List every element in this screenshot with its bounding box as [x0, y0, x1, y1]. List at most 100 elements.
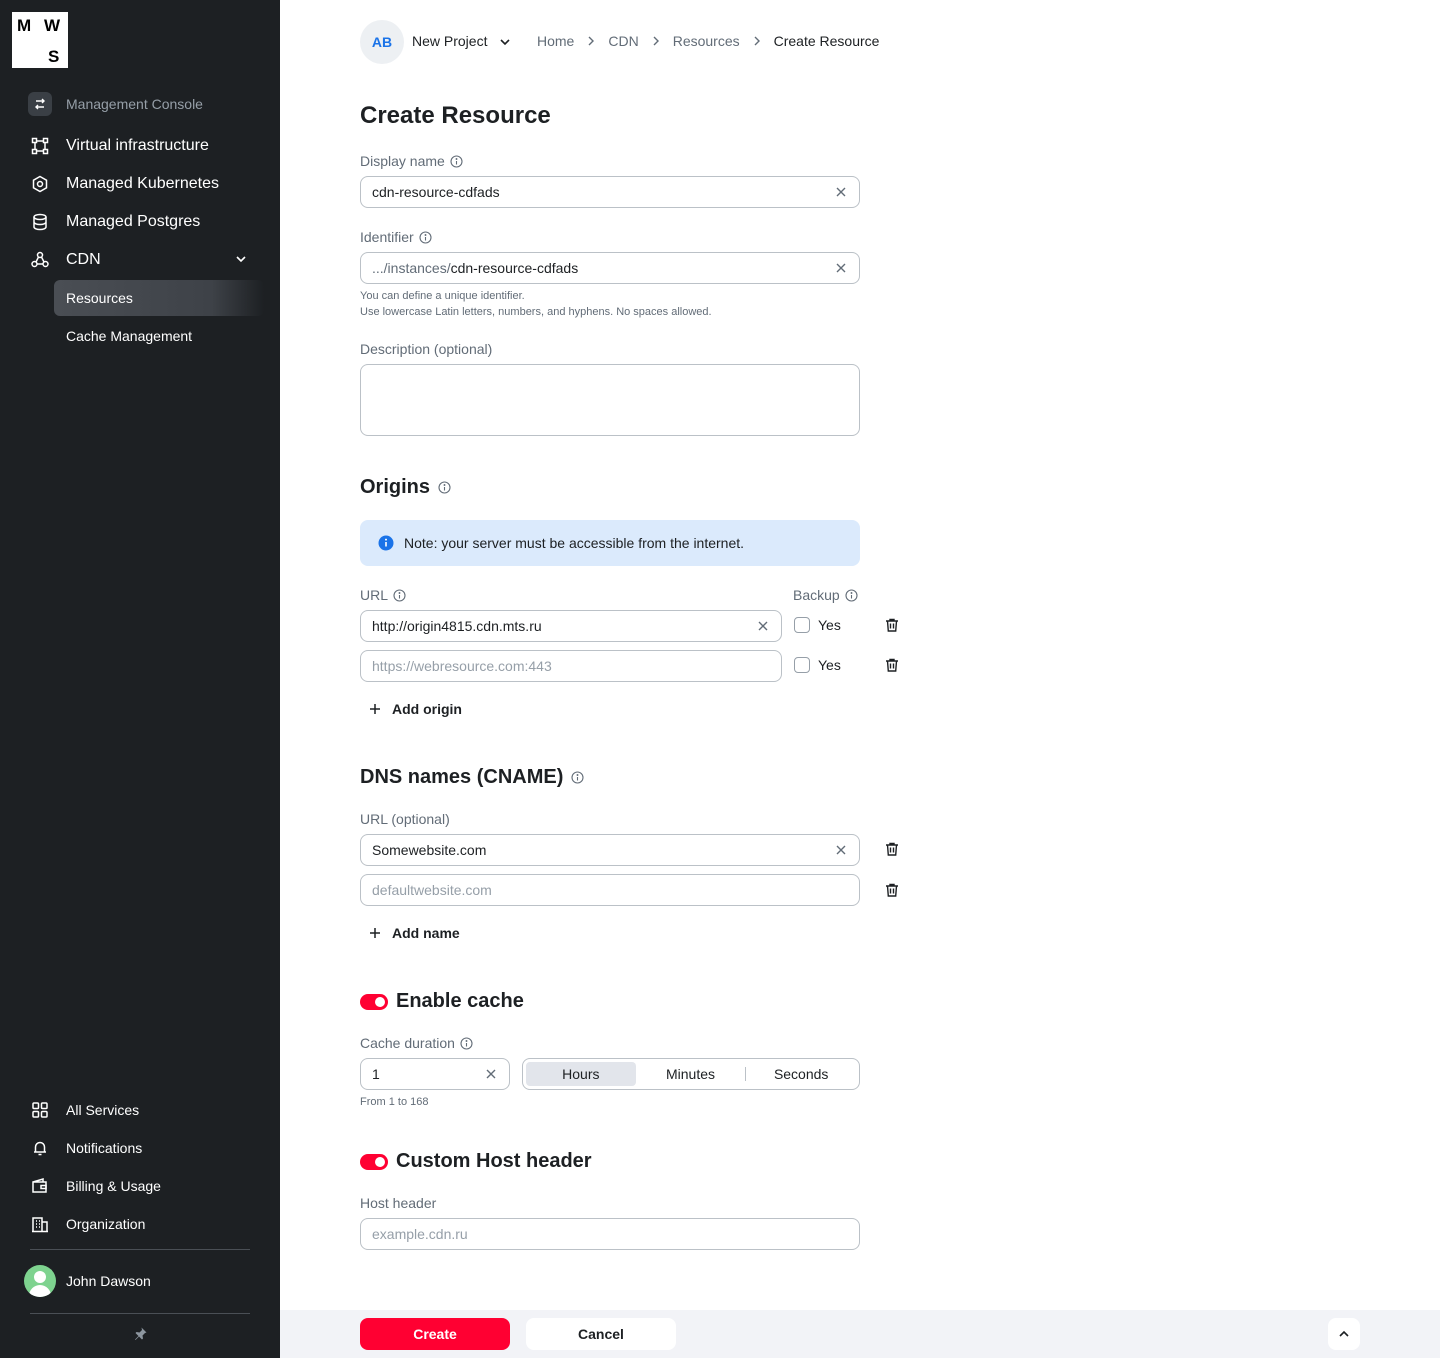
sidebar-item-managed-postgres[interactable]: Managed Postgres: [24, 206, 200, 238]
info-icon[interactable]: [845, 588, 858, 602]
cache-unit-segmented-control: Hours Minutes Seconds: [522, 1058, 860, 1090]
checkbox-box: [794, 657, 810, 673]
trash-icon[interactable]: [884, 617, 900, 633]
origin-url-input[interactable]: http://origin4815.cdn.mts.ru: [360, 610, 782, 642]
project-avatar[interactable]: AB: [360, 20, 404, 64]
info-icon[interactable]: [460, 1036, 473, 1050]
cache-duration-input[interactable]: 1: [360, 1058, 510, 1090]
info-icon[interactable]: [419, 230, 432, 244]
description-textarea[interactable]: [360, 364, 860, 436]
chevron-right-icon: [750, 34, 764, 48]
unit-label: Seconds: [773, 1066, 829, 1082]
sidebar-item-notifications[interactable]: Notifications: [24, 1132, 142, 1164]
chevron-right-icon: [649, 34, 663, 48]
host-header-label: Host header: [360, 1195, 436, 1211]
project-name[interactable]: New Project: [412, 33, 487, 49]
dns-name-placeholder: defaultwebsite.com: [372, 882, 492, 898]
cdn-icon: [24, 244, 56, 276]
enable-cache-toggle[interactable]: [360, 993, 388, 1010]
pin-icon[interactable]: [132, 1326, 148, 1342]
close-icon[interactable]: [834, 843, 848, 857]
info-icon[interactable]: [450, 154, 463, 168]
origin-url-value: http://origin4815.cdn.mts.ru: [372, 618, 542, 634]
dns-name-input[interactable]: Somewebsite.com: [360, 834, 860, 866]
sidebar-subitem-label: Cache Management: [66, 328, 193, 344]
logo-letter-w: W: [44, 16, 61, 35]
close-icon[interactable]: [756, 619, 770, 633]
display-name-input[interactable]: cdn-resource-cdfads: [360, 176, 860, 208]
plus-icon: [368, 702, 382, 716]
logo-letter-m: M: [17, 16, 32, 35]
sidebar-item-managed-kubernetes[interactable]: Managed Kubernetes: [24, 168, 219, 200]
sidebar-item-all-services[interactable]: All Services: [24, 1094, 139, 1126]
host-header-input[interactable]: example.cdn.ru: [360, 1218, 860, 1250]
info-note-text: Note: your server must be accessible fro…: [404, 535, 745, 551]
identifier-prefix: .../instances/: [372, 260, 451, 276]
close-icon[interactable]: [834, 261, 848, 275]
origin-url-input[interactable]: https://webresource.com:443: [360, 650, 782, 682]
close-icon[interactable]: [834, 185, 848, 199]
sidebar-item-billing[interactable]: Billing & Usage: [24, 1170, 161, 1202]
display-name-label-text: Display name: [360, 153, 445, 169]
dns-name-input[interactable]: defaultwebsite.com: [360, 874, 860, 906]
unit-minutes[interactable]: Minutes: [636, 1062, 746, 1086]
enable-cache-row: Enable cache: [360, 990, 524, 1013]
trash-icon[interactable]: [884, 841, 900, 857]
enable-cache-title: Enable cache: [396, 990, 524, 1012]
checkbox-box: [794, 617, 810, 633]
custom-host-toggle[interactable]: [360, 1153, 388, 1170]
cache-duration-label-text: Cache duration: [360, 1035, 455, 1051]
sidebar: M W S Management Console Virtual infrast…: [0, 0, 280, 1358]
info-icon[interactable]: [571, 771, 584, 784]
chevron-down-icon[interactable]: [497, 34, 513, 50]
breadcrumb-resources[interactable]: Resources: [673, 33, 740, 49]
breadcrumb-home[interactable]: Home: [537, 33, 574, 49]
info-filled-icon: [378, 535, 394, 551]
add-origin-button[interactable]: Add origin: [368, 701, 462, 717]
sidebar-item-organization[interactable]: Organization: [24, 1208, 145, 1240]
trash-icon[interactable]: [884, 882, 900, 898]
mws-logo[interactable]: M W S: [12, 12, 68, 68]
sidebar-item-label: Managed Kubernetes: [66, 175, 219, 192]
chevron-right-icon: [584, 34, 598, 48]
scroll-to-top-button[interactable]: [1328, 1318, 1360, 1350]
sidebar-item-label: Billing & Usage: [66, 1178, 161, 1194]
sidebar-subitem-cache-management[interactable]: Cache Management: [54, 318, 264, 354]
dns-url-label: URL (optional): [360, 811, 450, 827]
backup-checkbox[interactable]: Yes: [794, 657, 841, 673]
cache-duration-value: 1: [372, 1066, 380, 1082]
breadcrumb-cdn[interactable]: CDN: [608, 33, 638, 49]
sidebar-item-cdn[interactable]: CDN: [24, 244, 101, 276]
identifier-label: Identifier: [360, 229, 432, 245]
close-icon[interactable]: [484, 1067, 498, 1081]
add-name-button[interactable]: Add name: [368, 925, 460, 941]
create-button[interactable]: Create: [360, 1318, 510, 1350]
dns-url-label-text: URL (optional): [360, 811, 450, 827]
cancel-button-label: Cancel: [578, 1326, 624, 1342]
sidebar-item-label: Virtual infrastructure: [66, 137, 209, 154]
user-profile[interactable]: John Dawson: [24, 1265, 151, 1297]
backup-checkbox-label: Yes: [818, 617, 841, 633]
sidebar-subitem-label: Resources: [66, 290, 133, 306]
identifier-help-line: You can define a unique identifier.: [360, 290, 525, 302]
switch-icon: [28, 92, 52, 116]
sidebar-item-virtual-infrastructure[interactable]: Virtual infrastructure: [24, 130, 209, 162]
identifier-input[interactable]: .../instances/cdn-resource-cdfads: [360, 252, 860, 284]
backup-checkbox[interactable]: Yes: [794, 617, 841, 633]
origin-url-label-text: URL: [360, 587, 389, 603]
info-icon[interactable]: [438, 481, 451, 494]
backup-checkbox-label: Yes: [818, 657, 841, 673]
unit-hours[interactable]: Hours: [526, 1062, 636, 1086]
identifier-help: You can define a unique identifier. Use …: [360, 288, 712, 320]
management-console-switch[interactable]: Management Console: [24, 88, 203, 120]
backup-label-text: Backup: [793, 587, 840, 603]
trash-icon[interactable]: [884, 657, 900, 673]
info-icon[interactable]: [393, 588, 406, 602]
chevron-down-icon[interactable]: [232, 250, 250, 268]
sidebar-subitem-resources[interactable]: Resources: [54, 280, 264, 316]
kubernetes-icon: [24, 168, 56, 200]
description-label: Description (optional): [360, 341, 492, 357]
sidebar-item-label: Organization: [66, 1216, 146, 1232]
unit-seconds[interactable]: Seconds: [746, 1062, 856, 1086]
cancel-button[interactable]: Cancel: [526, 1318, 676, 1350]
